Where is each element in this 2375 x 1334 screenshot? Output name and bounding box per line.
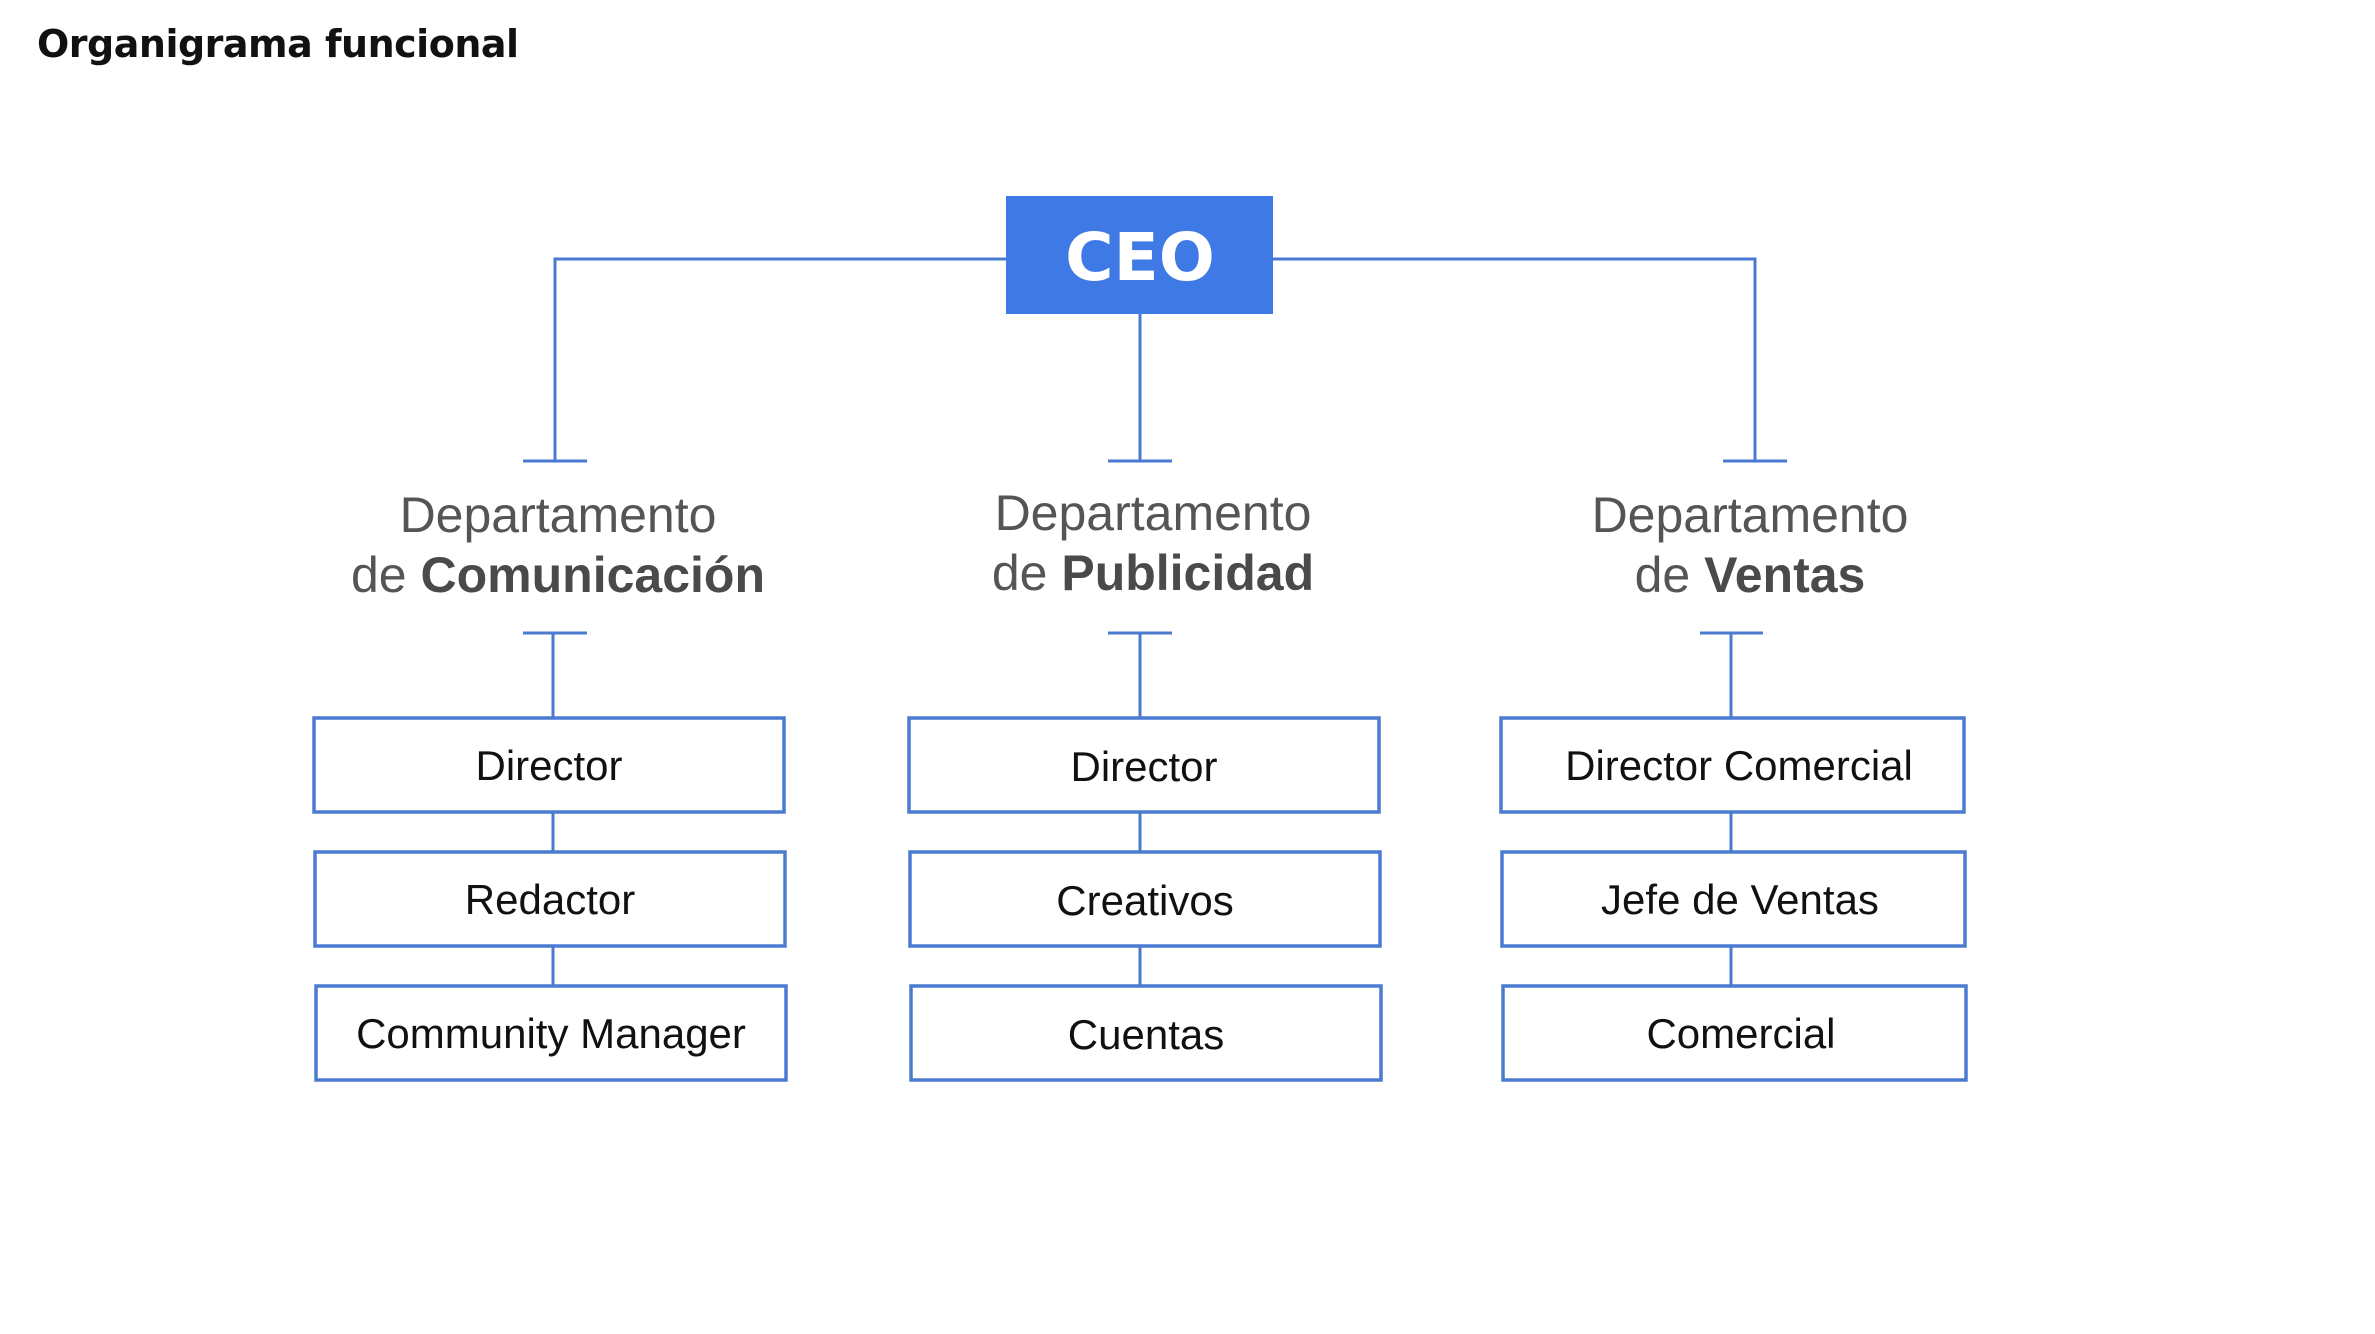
org-chart: CEO Departamento de Comunicación Directo…: [312, 196, 1968, 1082]
department-title-prefix: de: [1635, 547, 1705, 603]
department-title-line2: de Ventas: [1635, 547, 1866, 603]
role-node[interactable]: Jefe de Ventas: [1500, 850, 1967, 948]
role-label: Director Comercial: [1565, 742, 1913, 789]
role-node[interactable]: Creativos: [908, 850, 1382, 948]
role-label: Community Manager: [356, 1010, 746, 1057]
role-node[interactable]: Director: [907, 716, 1381, 814]
department-ventas: Departamento de Ventas Director Comercia…: [1499, 487, 1968, 1082]
role-node[interactable]: Director Comercial: [1499, 716, 1966, 814]
role-node[interactable]: Redactor: [313, 850, 787, 948]
role-node[interactable]: Director: [312, 716, 786, 814]
department-publicidad: Departamento de Publicidad Director Crea…: [907, 485, 1383, 1082]
department-title-prefix: de: [351, 547, 421, 603]
role-node[interactable]: Comercial: [1501, 984, 1968, 1082]
connector-ceo-right: [1273, 257, 1757, 461]
ceo-node[interactable]: CEO: [1006, 196, 1273, 314]
department-title-line1: Departamento: [400, 487, 717, 543]
role-node[interactable]: Community Manager: [314, 984, 788, 1082]
connector-ceo-left: [553, 257, 1006, 461]
role-label: Jefe de Ventas: [1601, 876, 1879, 923]
ceo-label: CEO: [1065, 219, 1215, 296]
role-label: Comercial: [1646, 1010, 1835, 1057]
role-label: Redactor: [465, 876, 635, 923]
department-title-line2: de Publicidad: [992, 545, 1314, 601]
department-title-line1: Departamento: [995, 485, 1312, 541]
department-title-line2: de Comunicación: [351, 547, 765, 603]
department-name: Ventas: [1704, 547, 1865, 603]
department-title-line1: Departamento: [1592, 487, 1909, 543]
department-name: Comunicación: [421, 547, 765, 603]
role-label: Creativos: [1056, 877, 1233, 924]
role-label: Director: [475, 742, 622, 789]
role-node[interactable]: Cuentas: [909, 984, 1383, 1082]
role-label: Director: [1070, 743, 1217, 790]
department-name: Publicidad: [1061, 545, 1314, 601]
role-label: Cuentas: [1068, 1011, 1224, 1058]
department-title-prefix: de: [992, 545, 1062, 601]
department-comunicacion: Departamento de Comunicación Director Re…: [312, 487, 788, 1082]
